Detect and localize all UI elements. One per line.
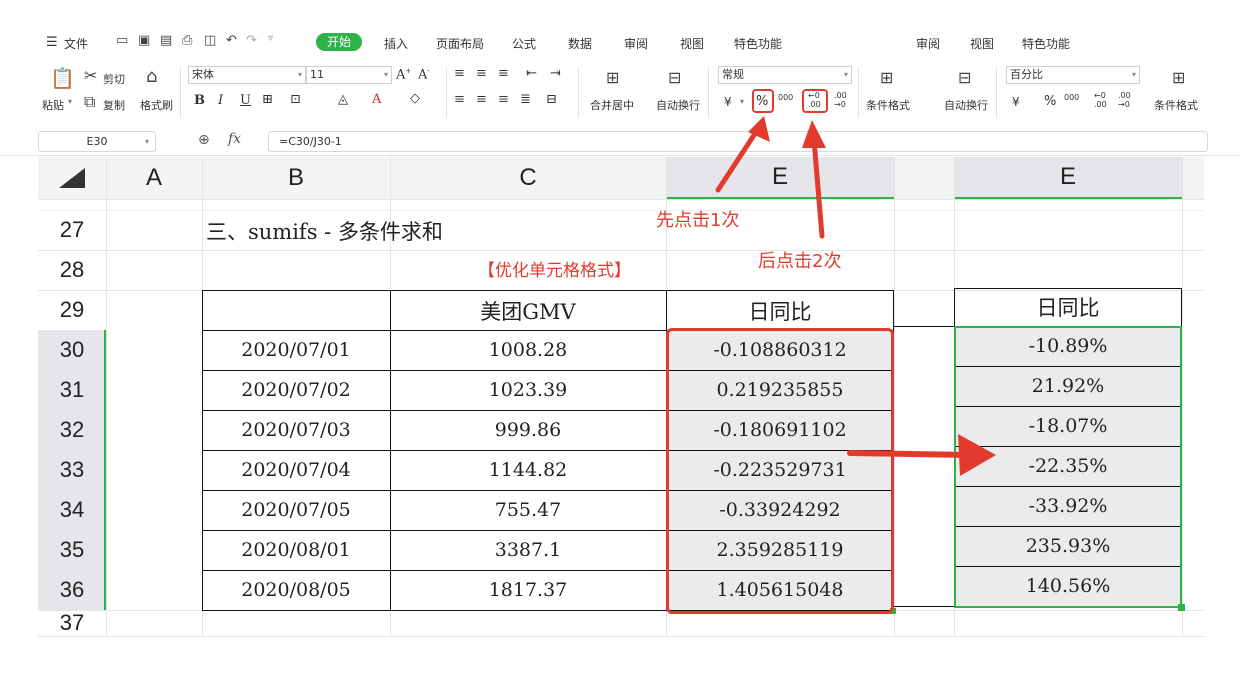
arrow-right-icon	[847, 434, 996, 476]
arrow-to-percent-icon	[715, 116, 770, 193]
annotation-arrows	[715, 116, 996, 476]
arrow-to-decimal-icon	[802, 120, 826, 239]
spreadsheet-grid: A B C E E 27 28 29 30 31 32 33 34 35 36 …	[0, 0, 1240, 676]
